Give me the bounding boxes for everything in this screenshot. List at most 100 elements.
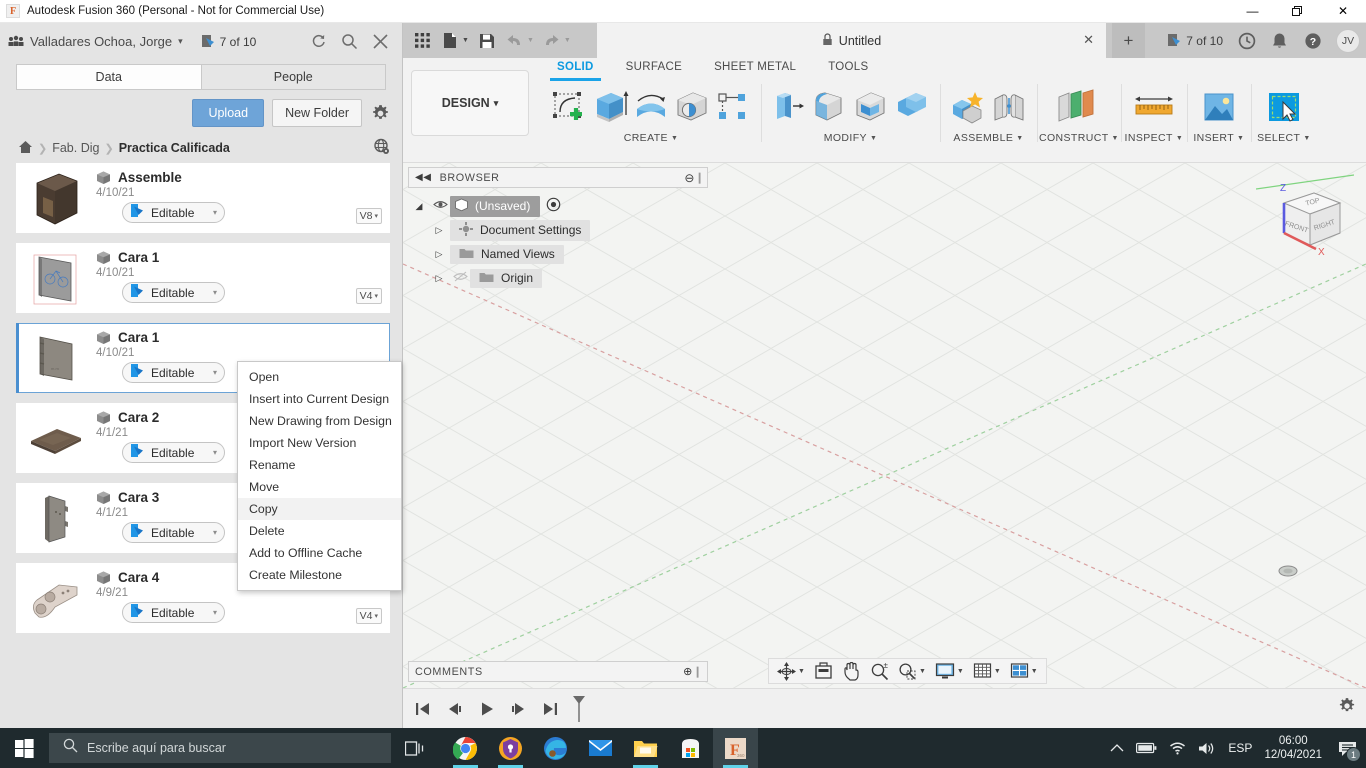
file-version-dropdown[interactable]: V8 ▾ <box>355 208 382 224</box>
avast-icon[interactable] <box>488 728 533 768</box>
offset-plane-icon[interactable] <box>1050 84 1108 130</box>
account-name[interactable]: Valladares Ochoa, Jorge <box>30 34 172 49</box>
chevron-down-icon[interactable]: ▼ <box>798 668 805 675</box>
search-icon[interactable] <box>340 33 358 51</box>
file-explorer-icon[interactable] <box>623 728 668 768</box>
tab-surface[interactable]: SURFACE <box>610 58 698 79</box>
extrude-icon[interactable] <box>590 84 630 130</box>
file-status-dropdown[interactable]: Editable ▾ <box>122 362 225 383</box>
new-tab-button[interactable]: + <box>1112 23 1145 58</box>
clock-icon[interactable] <box>1237 31 1256 50</box>
chevron-down-icon[interactable]: ▼ <box>919 668 926 675</box>
plus-circle-icon[interactable]: ⊕ <box>683 665 693 678</box>
expand-arrow-icon[interactable]: ◢ <box>408 201 430 212</box>
volume-icon[interactable] <box>1198 741 1216 756</box>
collapse-left-icon[interactable]: ◀◀ <box>415 172 432 183</box>
wifi-icon[interactable] <box>1169 741 1186 755</box>
file-status-dropdown[interactable]: Editable ▾ <box>122 282 225 303</box>
viewport-layout-icon[interactable]: ▼ <box>1007 659 1041 683</box>
context-menu-item-move[interactable]: Move <box>238 476 401 498</box>
tree-node-named-views-chip[interactable]: Named Views <box>450 244 564 264</box>
chrome-icon[interactable] <box>443 728 488 768</box>
chevron-down-icon[interactable]: ▾ <box>178 36 183 47</box>
help-icon[interactable]: ? <box>1303 31 1322 50</box>
visibility-eye-off-icon[interactable] <box>450 271 470 285</box>
chevron-down-icon[interactable]: ▼ <box>994 668 1001 675</box>
view-cube[interactable]: TOP FRONT RIGHT Z X <box>1255 171 1355 271</box>
avatar[interactable]: JV <box>1336 28 1360 53</box>
viewport[interactable]: ◀◀ BROWSER ⊖ ❙ ◢ (Unsaved) ▷ Document Se… <box>403 163 1366 688</box>
step-back-icon[interactable] <box>443 698 465 720</box>
panel-label-inspect[interactable]: INSPECT ▼ <box>1125 132 1184 147</box>
tab-tools[interactable]: TOOLS <box>812 58 884 79</box>
chevron-down-icon[interactable]: ▼ <box>564 37 571 44</box>
tree-node-root-chip[interactable]: (Unsaved) <box>450 195 541 217</box>
tree-node-document-settings[interactable]: ▷ Document Settings <box>408 218 708 242</box>
tree-node-named-views[interactable]: ▷ Named Views <box>408 242 708 266</box>
bell-icon[interactable] <box>1270 31 1289 50</box>
minimize-button[interactable]: — <box>1230 0 1275 23</box>
tree-node-document-settings-chip[interactable]: Document Settings <box>450 219 591 241</box>
context-menu-item-delete[interactable]: Delete <box>238 520 401 542</box>
hole-icon[interactable] <box>672 84 712 130</box>
mail-icon[interactable] <box>578 728 623 768</box>
undo-icon[interactable] <box>502 27 528 54</box>
file-status-dropdown[interactable]: Editable ▾ <box>122 442 225 463</box>
expand-arrow-icon[interactable]: ▷ <box>428 225 450 236</box>
globe-icon[interactable] <box>373 138 390 158</box>
context-menu-item-insert-into-current-design[interactable]: Insert into Current Design <box>238 388 401 410</box>
tab-data[interactable]: Data <box>16 64 201 90</box>
go-to-beginning-icon[interactable] <box>411 698 433 720</box>
microsoft-store-icon[interactable] <box>668 728 713 768</box>
new-file-icon[interactable] <box>437 27 463 54</box>
go-to-end-icon[interactable] <box>539 698 561 720</box>
jobs-status-badge[interactable]: 7 of 10 <box>201 34 256 49</box>
timeline-settings-icon[interactable] <box>1338 697 1356 720</box>
chevron-up-icon[interactable] <box>1110 743 1124 753</box>
step-forward-icon[interactable] <box>507 698 529 720</box>
context-menu-item-copy[interactable]: Copy <box>238 498 401 520</box>
upload-button[interactable]: Upload <box>192 99 265 127</box>
panel-label-insert[interactable]: INSERT ▼ <box>1193 132 1244 147</box>
tree-node-origin[interactable]: ▷ Origin <box>408 266 708 290</box>
gear-icon[interactable] <box>370 103 390 123</box>
timeline-marker-icon[interactable] <box>571 694 587 724</box>
pan-icon[interactable] <box>839 659 864 683</box>
grid-snap-icon[interactable]: ▼ <box>970 659 1004 683</box>
expand-arrow-icon[interactable]: ▷ <box>428 273 450 284</box>
document-tab[interactable]: Untitled ✕ <box>597 23 1106 58</box>
panel-resize-handle[interactable]: ❙ <box>695 171 704 184</box>
display-settings-icon[interactable]: ▼ <box>932 659 967 683</box>
combine-icon[interactable] <box>892 84 932 130</box>
list-item[interactable]: Cara 1 4/10/21 Editable ▾ V4 ▾ <box>16 243 390 313</box>
language-indicator[interactable]: ESP <box>1228 741 1252 755</box>
chevron-down-icon[interactable]: ▼ <box>957 668 964 675</box>
insert-image-icon[interactable] <box>1195 84 1243 130</box>
task-view-icon[interactable] <box>391 728 439 768</box>
tab-sheet-metal[interactable]: SHEET METAL <box>698 58 812 79</box>
breadcrumb-item-current[interactable]: Practica Calificada <box>119 141 230 155</box>
new-folder-button[interactable]: New Folder <box>272 99 362 127</box>
zoom-icon[interactable]: ± <box>867 659 892 683</box>
panel-label-create[interactable]: CREATE ▼ <box>624 132 679 147</box>
clock[interactable]: 06:00 12/04/2021 <box>1264 734 1322 762</box>
app-grid-icon[interactable] <box>409 27 435 54</box>
notification-center-icon[interactable]: 1 <box>1334 733 1361 763</box>
panel-label-select[interactable]: SELECT ▼ <box>1257 132 1311 147</box>
activate-component-radio[interactable] <box>546 197 561 215</box>
battery-icon[interactable] <box>1136 742 1157 754</box>
close-panel-icon[interactable] <box>371 33 389 51</box>
context-menu-item-add-to-offline-cache[interactable]: Add to Offline Cache <box>238 542 401 564</box>
context-menu-item-import-new-version[interactable]: Import New Version <box>238 432 401 454</box>
measure-icon[interactable] <box>1129 84 1179 130</box>
chevron-down-icon[interactable]: ▼ <box>1031 668 1038 675</box>
breadcrumb-item-fab-dig[interactable]: Fab. Dig <box>52 141 99 155</box>
press-pull-icon[interactable] <box>769 84 809 130</box>
workspace-switcher[interactable]: DESIGN ▾ <box>411 70 529 136</box>
file-status-dropdown[interactable]: Editable ▾ <box>122 522 225 543</box>
file-status-dropdown[interactable]: Editable ▾ <box>122 602 225 623</box>
context-menu-item-rename[interactable]: Rename <box>238 454 401 476</box>
look-at-icon[interactable] <box>811 659 836 683</box>
create-sketch-icon[interactable] <box>549 84 589 130</box>
jobs-status-badge[interactable]: 7 of 10 <box>1167 33 1223 48</box>
